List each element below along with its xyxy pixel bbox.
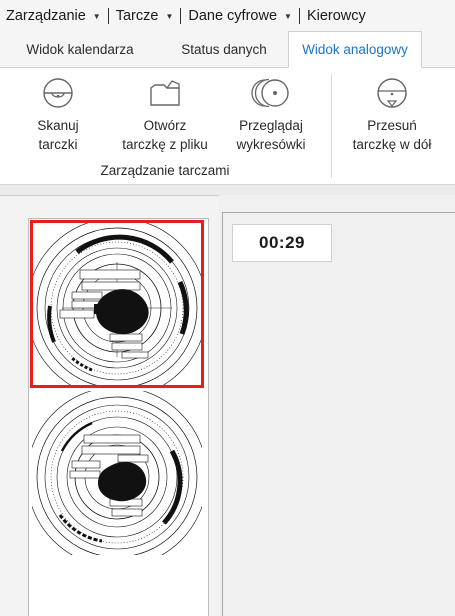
menu-tarcze[interactable]: Tarcze ▼	[109, 0, 181, 32]
tab-label: Widok analogowy	[302, 42, 408, 57]
menu-zarzadzanie[interactable]: Zarządzanie ▼	[0, 0, 108, 32]
disc-thumbnail-2[interactable]	[32, 391, 202, 555]
ribbon-group-label: Zarządzanie tarczami	[100, 163, 230, 178]
scan-line1: Skanuj	[37, 118, 79, 133]
caret-down-icon: ▼	[284, 11, 292, 21]
open-line2: tarczkę z pliku	[122, 137, 208, 152]
open-line1: Otwórz	[143, 118, 187, 133]
tab-status-danych[interactable]: Status danych	[160, 31, 288, 67]
caret-down-icon: ▼	[165, 11, 174, 21]
tab-label: Status danych	[181, 41, 267, 57]
time-readout: 00:29	[232, 224, 332, 262]
browse-charts-button[interactable]: Przeglądaj wykresówki	[228, 76, 314, 154]
move-disc-down-icon	[377, 78, 407, 108]
menu-kierowcy[interactable]: Kierowcy	[300, 0, 373, 32]
scan-line2: tarczki	[38, 137, 78, 152]
browse-line1: Przeglądaj	[239, 118, 303, 133]
disc-thumbnail-list[interactable]	[28, 218, 209, 616]
ribbon-tabs: Widok kalendarza Status danych Widok ana…	[0, 31, 455, 68]
menu-kierowcy-label: Kierowcy	[306, 8, 366, 24]
disc-stack-icon	[251, 78, 289, 108]
menu-tarcze-label: Tarcze	[115, 8, 159, 24]
ribbon-panel: Skanuj tarczki Otwórz tarczkę z pliku Pr…	[0, 68, 455, 185]
disc-viewer-panel[interactable]	[222, 212, 455, 616]
open-folder-icon	[150, 80, 180, 106]
tab-widok-analogowy[interactable]: Widok analogowy	[288, 31, 422, 68]
ribbon-group-separator	[331, 74, 332, 178]
browse-line2: wykresówki	[236, 137, 306, 152]
scan-disc-icon	[43, 78, 73, 108]
scan-discs-button[interactable]: Skanuj tarczki	[18, 76, 98, 154]
tachograph-disc-image	[32, 222, 202, 386]
tab-label: Widok kalendarza	[26, 41, 134, 57]
caret-down-icon: ▼	[92, 11, 101, 21]
menu-dane-cyfrowe[interactable]: Dane cyfrowe ▼	[181, 0, 299, 32]
menu-zarzadzanie-label: Zarządzanie	[6, 8, 86, 24]
tachograph-disc-image	[32, 391, 202, 555]
menu-bar: Zarządzanie ▼ Tarcze ▼ Dane cyfrowe ▼ Ki…	[0, 0, 455, 32]
disc-thumbnail-1[interactable]	[30, 220, 204, 388]
open-disc-file-button[interactable]: Otwórz tarczkę z pliku	[106, 76, 224, 154]
move-down-line1: Przesuń	[367, 118, 417, 133]
move-down-line2: tarczkę w dół	[352, 137, 432, 152]
tab-widok-kalendarza[interactable]: Widok kalendarza	[0, 31, 160, 67]
move-disc-down-button[interactable]: Przesuń tarczkę w dół	[342, 76, 442, 154]
menu-dane-cyfrowe-label: Dane cyfrowe	[188, 8, 278, 24]
ribbon-gap	[0, 185, 455, 195]
